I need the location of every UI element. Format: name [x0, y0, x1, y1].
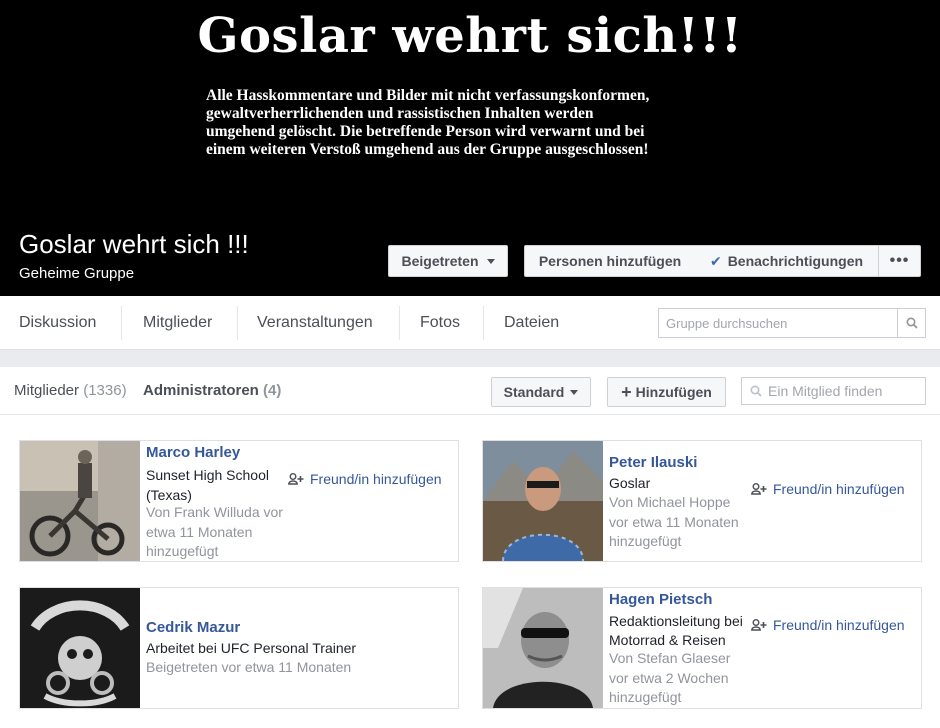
more-options-button[interactable]: •••: [878, 245, 921, 277]
members-tab-label: Mitglieder: [14, 382, 80, 399]
group-search: [658, 308, 926, 338]
notifications-button[interactable]: ✔ Benachrichtigungen: [695, 245, 879, 277]
admin-meta-line: Von Stefan Glaeser: [609, 650, 731, 666]
admin-name[interactable]: Marco Harley: [146, 444, 240, 461]
add-member-button[interactable]: + Hinzufügen: [607, 377, 726, 407]
admins-tab-label: Administratoren: [143, 382, 259, 399]
more-icon: •••: [889, 252, 910, 269]
group-nav: Diskussion Mitglieder Veranstaltungen Fo…: [0, 296, 940, 350]
find-member-search: [741, 377, 926, 405]
find-member-input[interactable]: [768, 383, 925, 399]
cover-notice: Alle Hasskommentare und Bilder mit nicht…: [206, 87, 786, 159]
admin-info-line: Goslar: [609, 475, 651, 491]
admin-meta-line: vor etwa 11 Monaten: [609, 514, 739, 530]
cover-notice-line: gewaltverherrlichenden und rassistischen…: [206, 105, 594, 122]
group-name[interactable]: Goslar wehrt sich !!!: [19, 229, 249, 260]
search-icon: [750, 385, 762, 397]
add-friend-icon: [288, 473, 304, 485]
profile-photo[interactable]: [20, 441, 140, 561]
sort-label: Standard: [503, 384, 565, 400]
search-icon: [905, 317, 918, 329]
admin-card: Peter Ilauski Goslar Von Michael Hoppe v…: [482, 440, 922, 562]
add-friend-label: Freund/in hinzufügen: [310, 471, 442, 487]
checkmark-icon: ✔: [709, 252, 722, 269]
members-header: Mitglieder (1336) Administratoren (4) St…: [0, 367, 940, 415]
admin-meta-line: Von Michael Hoppe: [609, 494, 731, 510]
add-friend-icon: [751, 483, 767, 495]
nav-divider: [121, 306, 122, 340]
sort-dropdown[interactable]: Standard: [491, 377, 591, 407]
admin-meta-line: Beigetreten vor etwa 11 Monaten: [146, 659, 352, 675]
admin-name[interactable]: Peter Ilauski: [609, 454, 697, 471]
search-button[interactable]: [897, 309, 925, 337]
joined-label: Beigetreten: [401, 253, 479, 269]
admin-card: Hagen Pietsch Redaktionsleitung bei Moto…: [482, 587, 922, 709]
group-privacy-label: Geheime Gruppe: [19, 265, 135, 282]
admin-info-line: Sunset High School: [146, 467, 269, 483]
add-member-label: Hinzufügen: [635, 384, 712, 400]
admin-meta-line: vor etwa 2 Wochen: [609, 670, 729, 686]
tab-events[interactable]: Veranstaltungen: [257, 296, 373, 350]
admin-card: Marco Harley Sunset High School (Texas) …: [19, 440, 459, 562]
nav-divider: [237, 306, 238, 340]
cover-notice-line: einem weiteren Verstoß umgehend aus der …: [206, 141, 649, 158]
profile-photo[interactable]: [20, 588, 140, 708]
cover-notice-line: Alle Hasskommentare und Bilder mit nicht…: [206, 87, 650, 104]
admin-meta-line: hinzugefügt: [609, 689, 682, 705]
admins-tab[interactable]: Administratoren (4): [143, 382, 281, 399]
add-friend-icon: [751, 619, 767, 631]
chevron-down-icon: [486, 258, 495, 264]
tab-discussion[interactable]: Diskussion: [19, 296, 96, 350]
admin-meta-line: etwa 11 Monaten: [146, 524, 253, 540]
plus-icon: +: [621, 382, 632, 402]
joined-button[interactable]: Beigetreten: [388, 245, 508, 277]
admins-section: Mitglieder (1336) Administratoren (4) St…: [0, 367, 940, 728]
add-people-label: Personen hinzufügen: [538, 253, 682, 269]
admin-name[interactable]: Cedrik Mazur: [146, 619, 240, 636]
nav-divider: [399, 306, 400, 340]
nav-divider: [483, 306, 484, 340]
chevron-down-icon: [570, 389, 579, 395]
group-cover-photo: Goslar wehrt sich!!! Alle Hasskommentare…: [0, 0, 940, 296]
tab-members[interactable]: Mitglieder: [143, 296, 212, 350]
profile-photo[interactable]: [483, 588, 603, 708]
members-tab[interactable]: Mitglieder (1336): [14, 382, 127, 399]
add-people-button[interactable]: Personen hinzufügen: [524, 245, 696, 277]
add-friend-button[interactable]: Freund/in hinzufügen: [288, 471, 442, 487]
admin-meta-line: Von Frank Willuda vor: [146, 504, 283, 520]
members-count: 1336: [88, 382, 122, 399]
profile-photo[interactable]: [483, 441, 603, 561]
admin-meta-line: hinzugefügt: [609, 533, 682, 549]
admin-info-line: Arbeitet bei UFC Personal Trainer: [146, 640, 357, 656]
add-friend-button[interactable]: Freund/in hinzufügen: [751, 617, 905, 633]
add-friend-button[interactable]: Freund/in hinzufügen: [751, 481, 905, 497]
cover-notice-line: umgehend gelöscht. Die betreffende Perso…: [206, 123, 645, 140]
admin-info-line: Redaktionsleitung bei: [609, 613, 743, 629]
admin-info-line: (Texas): [146, 487, 192, 503]
admin-name[interactable]: Hagen Pietsch: [609, 591, 712, 608]
tab-files[interactable]: Dateien: [504, 296, 559, 350]
admin-card: Cedrik Mazur Arbeitet bei UFC Personal T…: [19, 587, 459, 709]
admin-meta-line: hinzugefügt: [146, 543, 219, 559]
admin-info-line: Motorrad & Reisen: [609, 632, 726, 648]
notifications-label: Benachrichtigungen: [727, 253, 864, 269]
add-friend-label: Freund/in hinzufügen: [773, 481, 905, 497]
group-search-input[interactable]: [659, 309, 897, 337]
tab-photos[interactable]: Fotos: [420, 296, 460, 350]
cover-title: Goslar wehrt sich!!!: [197, 8, 743, 64]
add-friend-label: Freund/in hinzufügen: [773, 617, 905, 633]
